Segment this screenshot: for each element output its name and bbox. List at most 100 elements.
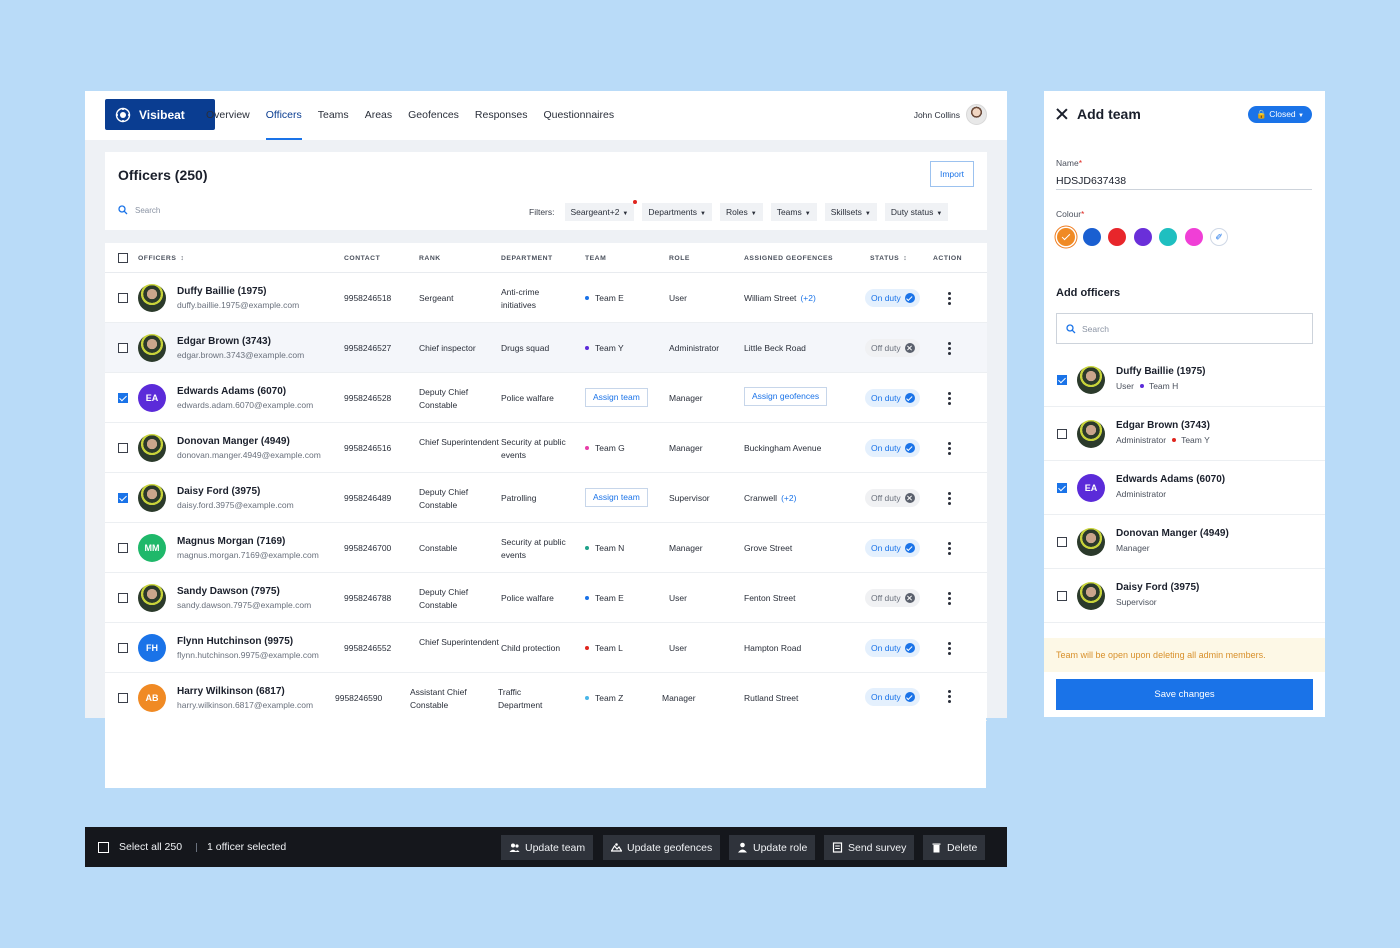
delete-button[interactable]: Delete (923, 835, 986, 860)
nav-item-responses[interactable]: Responses (475, 91, 528, 140)
officer-name[interactable]: Sandy Dawson (7975) (177, 585, 280, 598)
nav-item-geofences[interactable]: Geofences (408, 91, 459, 140)
table-row[interactable]: Edgar Brown (3743) edgar.brown.3743@examp… (105, 323, 987, 373)
user-menu[interactable]: John Collins (914, 104, 987, 125)
row-checkbox[interactable] (118, 343, 128, 353)
table-row[interactable]: Sandy Dawson (7975) sandy.dawson.7975@exa… (105, 573, 987, 623)
select-all-checkbox[interactable] (118, 253, 128, 263)
more-actions-icon[interactable] (948, 292, 951, 305)
member-checkbox[interactable] (1057, 429, 1067, 439)
officer-name[interactable]: Harry Wilkinson (6817) (177, 685, 285, 698)
row-checkbox[interactable] (118, 393, 128, 403)
member-row[interactable]: Edgar Brown (3743) Administrator Team Y (1044, 407, 1325, 461)
officer-name[interactable]: Flynn Hutchinson (9975) (177, 635, 293, 648)
officer-search-input[interactable]: Search (1056, 313, 1313, 344)
column-officers[interactable]: OFFICERS ↕ (138, 255, 184, 262)
officer-name[interactable]: Edwards Adams (6070) (177, 385, 286, 398)
status-label: On duty (871, 543, 901, 553)
more-actions-icon[interactable] (948, 542, 951, 555)
officer-name[interactable]: Magnus Morgan (7169) (177, 535, 285, 548)
officer-name[interactable]: Edgar Brown (3743) (177, 335, 271, 348)
member-checkbox[interactable] (1057, 375, 1067, 385)
colour-swatch[interactable] (1133, 228, 1152, 246)
member-role: Supervisor (1116, 597, 1157, 607)
colour-swatch[interactable] (1159, 228, 1177, 246)
member-checkbox[interactable] (1057, 483, 1067, 493)
more-actions-icon[interactable] (948, 642, 951, 655)
row-checkbox[interactable] (118, 543, 128, 553)
officer-name[interactable]: Donovan Manger (4949) (177, 435, 290, 448)
row-checkbox[interactable] (118, 593, 128, 603)
table-row[interactable]: Duffy Baillie (1975) duffy.baillie.1975@e… (105, 273, 987, 323)
colour-swatch[interactable] (1184, 228, 1203, 246)
nav-item-areas[interactable]: Areas (365, 91, 392, 140)
brand-name: Visibeat (139, 107, 185, 122)
import-button[interactable]: Import (930, 161, 974, 187)
row-checkbox[interactable] (118, 443, 128, 453)
assign-geofences-button[interactable]: Assign geofences (744, 387, 828, 406)
officer-department: Drugs squad (501, 343, 550, 353)
more-actions-icon[interactable] (948, 442, 951, 455)
member-name: Edgar Brown (3743) (1116, 420, 1210, 431)
table-row[interactable]: EA Edwards Adams (6070) edwards.adam.6070@… (105, 373, 987, 423)
column-status[interactable]: STATUS ↕ (870, 255, 907, 262)
colour-swatch[interactable] (1108, 228, 1126, 246)
officer-role: Manager (662, 693, 696, 703)
more-actions-icon[interactable] (948, 492, 951, 505)
close-icon[interactable] (1056, 108, 1068, 120)
member-checkbox[interactable] (1057, 537, 1067, 547)
row-checkbox[interactable] (118, 293, 128, 303)
team-state-dropdown[interactable]: 🔒 Closed ▼ (1248, 106, 1312, 123)
select-all-label[interactable]: Select all 250 (119, 841, 182, 853)
more-actions-icon[interactable] (948, 392, 951, 405)
user-avatar[interactable] (966, 104, 987, 125)
member-row[interactable]: Duffy Baillie (1975) User Team H (1044, 353, 1325, 407)
table-row[interactable]: Donovan Manger (4949) donovan.manger.4949… (105, 423, 987, 473)
update-geofences-button[interactable]: Update geofences (603, 835, 721, 860)
officer-geofence: William Street (+2) (744, 292, 816, 305)
member-row[interactable]: Daisy Ford (3975) Supervisor (1044, 569, 1325, 623)
officer-email: edgar.brown.3743@example.com (177, 350, 305, 360)
geofence-more-link[interactable]: (+2) (800, 293, 815, 303)
member-row[interactable]: EA Edwards Adams (6070) Administrator (1044, 461, 1325, 515)
table-row[interactable]: FH Flynn Hutchinson (9975) flynn.hutchinso… (105, 623, 987, 673)
brand-logo[interactable]: Visibeat (105, 99, 215, 130)
officers-search-input[interactable]: Search (118, 205, 160, 215)
filter-chip-teams[interactable]: Teams ▼ (770, 203, 817, 221)
filter-chip-departments[interactable]: Departments ▼ (642, 203, 712, 221)
row-checkbox[interactable] (118, 693, 128, 703)
save-changes-button[interactable]: Save changes (1056, 679, 1313, 710)
nav-item-teams[interactable]: Teams (318, 91, 349, 140)
row-checkbox[interactable] (118, 493, 128, 503)
assign-team-button[interactable]: Assign team (585, 388, 648, 407)
table-row[interactable]: AB Harry Wilkinson (6817) harry.wilkinson.… (105, 673, 987, 721)
status-label: Off duty (871, 493, 901, 503)
update-role-button[interactable]: Update role (729, 835, 816, 860)
select-all-250-checkbox[interactable] (98, 842, 109, 853)
filter-chip-duty-status[interactable]: Duty status ▼ (884, 203, 949, 221)
assign-team-button[interactable]: Assign team (585, 488, 648, 507)
send-survey-button[interactable]: Send survey (824, 835, 915, 860)
member-checkbox[interactable] (1057, 591, 1067, 601)
nav-item-overview[interactable]: Overview (206, 91, 250, 140)
more-actions-icon[interactable] (948, 342, 951, 355)
officer-name[interactable]: Daisy Ford (3975) (177, 485, 260, 498)
table-row[interactable]: Daisy Ford (3975) daisy.ford.3975@example… (105, 473, 987, 523)
team-name-input[interactable] (1056, 172, 1312, 190)
row-checkbox[interactable] (118, 643, 128, 653)
table-row[interactable]: MM Magnus Morgan (7169) magnus.morgan.7169… (105, 523, 987, 573)
colour-swatch[interactable] (1057, 228, 1075, 246)
filter-chip-roles[interactable]: Roles ▼ (720, 203, 763, 221)
geofence-more-link[interactable]: (+2) (781, 493, 796, 503)
update-team-button[interactable]: Update team (501, 835, 594, 860)
colour-swatch[interactable] (1082, 228, 1101, 246)
member-row[interactable]: Donovan Manger (4949) Manager (1044, 515, 1325, 569)
colour-picker-icon[interactable]: ✐ (1210, 228, 1228, 246)
officer-name[interactable]: Duffy Baillie (1975) (177, 285, 266, 298)
filter-chip-seargeant-2[interactable]: Seargeant+2 ▼ (564, 200, 638, 221)
nav-item-questionnaires[interactable]: Questionnaires (543, 91, 614, 140)
more-actions-icon[interactable] (948, 690, 951, 703)
nav-item-officers[interactable]: Officers (265, 91, 302, 140)
more-actions-icon[interactable] (948, 592, 951, 605)
filter-chip-skillsets[interactable]: Skillsets ▼ (824, 203, 877, 221)
